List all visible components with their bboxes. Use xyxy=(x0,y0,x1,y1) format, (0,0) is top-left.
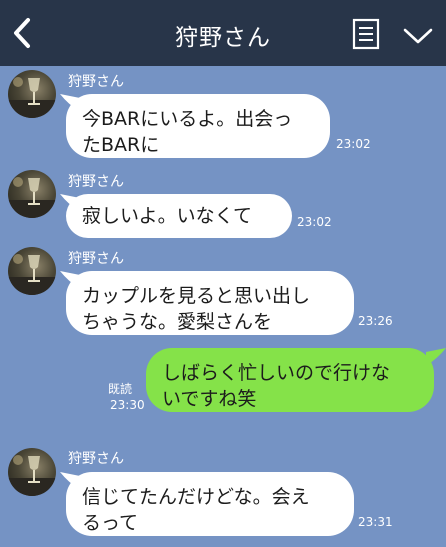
message-bubble[interactable]: カップルを見ると思い出し ちゃうな。愛梨さんを xyxy=(66,271,354,335)
notes-icon xyxy=(352,18,380,50)
wine-glass-image xyxy=(8,455,56,496)
wine-glass-image xyxy=(8,177,56,218)
avatar[interactable] xyxy=(8,70,56,118)
message-time: 23:30 xyxy=(110,398,145,412)
avatar[interactable] xyxy=(8,170,56,218)
message-bubble[interactable]: 今BARにいるよ。出会っ たBARに xyxy=(66,94,330,158)
message-time: 23:26 xyxy=(358,314,393,328)
message-time: 23:02 xyxy=(336,137,371,151)
sender-name: 狩野さん xyxy=(68,74,124,90)
bubble-tail xyxy=(426,348,446,366)
message-bubble[interactable]: 寂しいよ。いなくて xyxy=(66,194,292,238)
message-time: 23:31 xyxy=(358,515,393,529)
message-bubble[interactable]: 信じてたんだけどな。会え るって xyxy=(66,472,354,536)
notes-button[interactable] xyxy=(352,18,380,50)
chevron-down-icon xyxy=(403,28,433,44)
read-receipt: 既読 xyxy=(108,382,133,396)
sender-name: 狩野さん xyxy=(68,174,124,190)
wine-glass-image xyxy=(8,254,56,295)
message-bubble[interactable]: しばらく忙しいので行けな いですね笑 xyxy=(146,348,434,412)
message-time: 23:02 xyxy=(297,215,332,229)
avatar[interactable] xyxy=(8,448,56,496)
menu-button[interactable] xyxy=(402,26,434,46)
wine-glass-image xyxy=(8,77,56,118)
chat-header: 狩野さん xyxy=(0,0,446,66)
avatar[interactable] xyxy=(8,247,56,295)
sender-name: 狩野さん xyxy=(68,251,124,267)
sender-name: 狩野さん xyxy=(68,451,124,467)
